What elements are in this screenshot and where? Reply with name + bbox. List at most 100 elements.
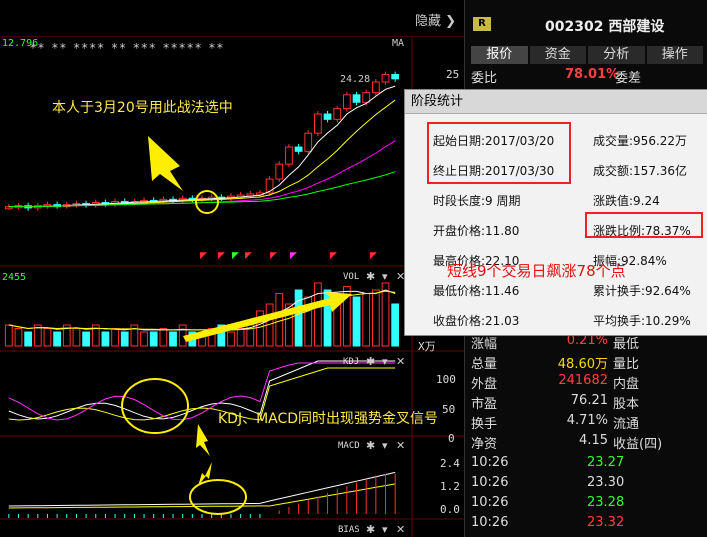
chevron-down-icon[interactable]: ▾ [382,270,388,283]
open-price-value: 11.80 [485,224,520,238]
candle [371,81,380,94]
low-price-value: 11.46 [485,284,520,298]
stat-row: 涨幅 0.21% 最低 [465,333,707,353]
period-length-value: 9 周期 [485,194,521,208]
candle [314,113,322,134]
candle [285,146,293,165]
volume-stat-label: 成交量: [593,134,634,148]
stage-stats-dialog: 阶段统计 起始日期:2017/03/20 终止日期:2017/03/30 时段长… [404,89,707,336]
volume-stat-value: 956.22万 [633,134,688,148]
candle [275,163,284,180]
candle [362,92,371,103]
volume-bar [149,331,158,347]
candle [304,132,313,152]
stat-value: 76.21 [570,393,608,408]
stock-code: 002302 [545,19,604,35]
signal-marker: ◤ [270,251,277,261]
close-icon[interactable]: ✕ [396,355,405,368]
volume-bar [294,289,303,347]
stat-right-label: 股本 [613,397,640,412]
close-icon[interactable]: ✕ [396,439,405,452]
star-markers: ** ** **** ** *** ***** ** [30,41,225,55]
pct-stat: 涨跌比例:78.37% [593,222,691,239]
axis-kdj-0: 0 [448,432,455,445]
start-date-label: 起始日期: [433,134,486,148]
volume-bar [111,328,119,347]
kline-series [4,71,400,211]
weicha-label: 委差 [615,71,642,86]
tick-price: 23.32 [587,515,625,530]
volume-stat: 成交量:956.22万 [593,132,687,149]
volume-bar [43,328,52,347]
period-length: 时段长度:9 周期 [433,192,521,209]
tab-analysis[interactable]: 分析 [588,46,645,64]
low-price: 最低价格:11.46 [433,282,519,299]
tick-time: 10:26 [471,495,509,510]
amplitude-stat-value: 92.84% [621,254,667,268]
gear-icon[interactable]: ✱ [366,523,375,536]
change-stat-value: 9.24 [633,194,660,208]
volume-bar [159,328,168,347]
pct-stat-value: 78.37% [645,224,691,238]
stat-right-label: 量比 [613,357,640,372]
axis-macd-2.4: 2.4 [440,457,460,470]
signal-marker: ◤ [218,251,225,261]
start-date-value: 2017/03/20 [485,134,555,148]
volume-bar [236,328,245,347]
vol-title: VOL [343,272,360,282]
cum-turnover-label: 累计换手: [593,284,646,298]
stat-row: 外盘 241682 内盘 [465,373,707,393]
hide-label: 隐藏 [414,14,441,29]
axis-macd-0.0: 0.0 [440,503,460,516]
stat-right-label: 内盘 [613,377,640,392]
gear-icon[interactable]: ✱ [366,270,375,283]
volume-bar [53,331,62,347]
stock-title: 002302 西部建设 [545,16,664,36]
avg-turnover-stat: 平均换手:10.29% [593,312,691,329]
stat-row: 净资 4.15 收益(四) [465,433,707,453]
stat-label: 市盈 [471,397,498,412]
stat-value: 241682 [558,373,608,388]
volume-bar [82,331,90,347]
annotation-select-date: 本人于3月20号用此战法选中 [52,100,233,116]
tab-funds[interactable]: 资金 [529,46,586,64]
stat-label: 总量 [471,357,498,372]
axis-price-25: 25 [446,68,460,81]
volume-bar [169,331,177,347]
candle [333,108,342,120]
chevron-down-icon[interactable]: ▾ [382,355,388,368]
rzrq-badge: R [473,17,491,31]
kdj-title: KDJ [343,357,360,367]
annotation-surge: 短线9个交易日飙涨78个点 [447,262,626,280]
close-price-label: 收盘价格: [433,314,486,328]
signal-marker: ◤ [200,251,207,261]
tick-time: 10:26 [471,455,509,470]
chevron-down-icon[interactable]: ▾ [382,523,388,536]
volume-bar [314,282,322,347]
hide-arrow-icon: ❯ [445,14,456,29]
stat-right-label: 收益(四) [613,437,663,452]
avg-turnover-label: 平均换手: [593,314,646,328]
tab-trade[interactable]: 操作 [646,46,703,64]
gear-icon[interactable]: ✱ [366,355,375,368]
tab-quote[interactable]: 报价 [471,46,528,64]
volume-bar [352,296,361,347]
signal-marker: ◤ [232,251,239,261]
open-price-label: 开盘价格: [433,224,486,238]
volume-bar [4,324,13,347]
weibi-value: 78.01% [565,67,620,82]
tick-price: 23.28 [587,495,625,510]
close-icon[interactable]: ✕ [396,523,405,536]
gear-icon[interactable]: ✱ [366,439,375,452]
amount-stat-label: 成交额: [593,164,634,178]
dialog-title: 阶段统计 [405,90,707,114]
tick-price: 23.30 [587,475,625,490]
quote-tabs: 报价 资金 分析 操作 [471,46,703,64]
tick-row: 10:26 23.28 [465,495,707,515]
tick-price: 23.27 [587,455,625,470]
stat-row: 市盈 76.21 股本 [465,393,707,413]
vol-scale-label: 2455 [2,272,27,283]
hide-button[interactable]: 隐藏 ❯ [415,10,456,29]
chevron-down-icon[interactable]: ▾ [382,439,388,452]
close-price-value: 21.03 [485,314,520,328]
